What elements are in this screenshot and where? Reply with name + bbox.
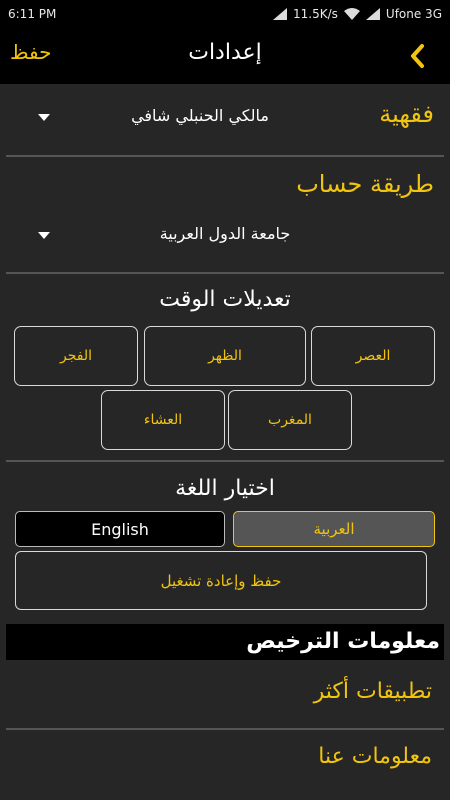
fiqh-value: مالكي الحنبلي شافي: [131, 106, 269, 125]
arabic-language-button[interactable]: العربية: [233, 511, 435, 547]
more-apps-link[interactable]: تطبيقات أكثر: [314, 679, 432, 704]
license-info-header[interactable]: معلومات الترخيص: [6, 624, 444, 660]
dhuhr-button[interactable]: الظهر: [144, 326, 306, 386]
english-language-button[interactable]: English: [15, 511, 225, 547]
divider: [6, 155, 444, 157]
calc-method-dropdown[interactable]: جامعة الدول العربية: [0, 216, 450, 256]
status-bar: 6:11 PM 11.5K/s Ufone 3G: [0, 0, 450, 28]
divider: [6, 272, 444, 274]
status-icons: 11.5K/s Ufone 3G: [273, 7, 442, 21]
chevron-left-icon[interactable]: [404, 42, 432, 70]
divider: [6, 460, 444, 462]
app-bar: حفظ إعدادات: [0, 28, 450, 84]
maghrib-button[interactable]: المغرب: [228, 390, 352, 450]
calc-method-value: جامعة الدول العربية: [159, 224, 291, 243]
time-adjust-title: تعديلات الوقت: [159, 287, 291, 312]
save-restart-button[interactable]: حفظ وإعادة تشغيل: [15, 551, 427, 610]
asr-button[interactable]: العصر: [311, 326, 435, 386]
page-title: إعدادات: [188, 40, 262, 65]
fiqh-dropdown[interactable]: مالكي الحنبلي شافي: [0, 98, 450, 138]
divider: [6, 728, 444, 730]
carrier-name: Ufone 3G: [385, 7, 442, 21]
calc-method-label: طريقة حساب: [296, 170, 434, 198]
signal-bars-icon: [365, 8, 380, 20]
isha-button[interactable]: العشاء: [101, 390, 225, 450]
dropdown-arrow-icon: [38, 114, 50, 121]
fajr-button[interactable]: الفجر: [14, 326, 138, 386]
signal-icon: [273, 8, 288, 20]
network-speed: 11.5K/s: [293, 7, 338, 21]
wifi-icon: [343, 8, 360, 20]
about-us-link[interactable]: معلومات عنا: [318, 744, 432, 769]
status-time: 6:11 PM: [8, 7, 57, 21]
language-title: اختيار اللغة: [175, 476, 275, 501]
